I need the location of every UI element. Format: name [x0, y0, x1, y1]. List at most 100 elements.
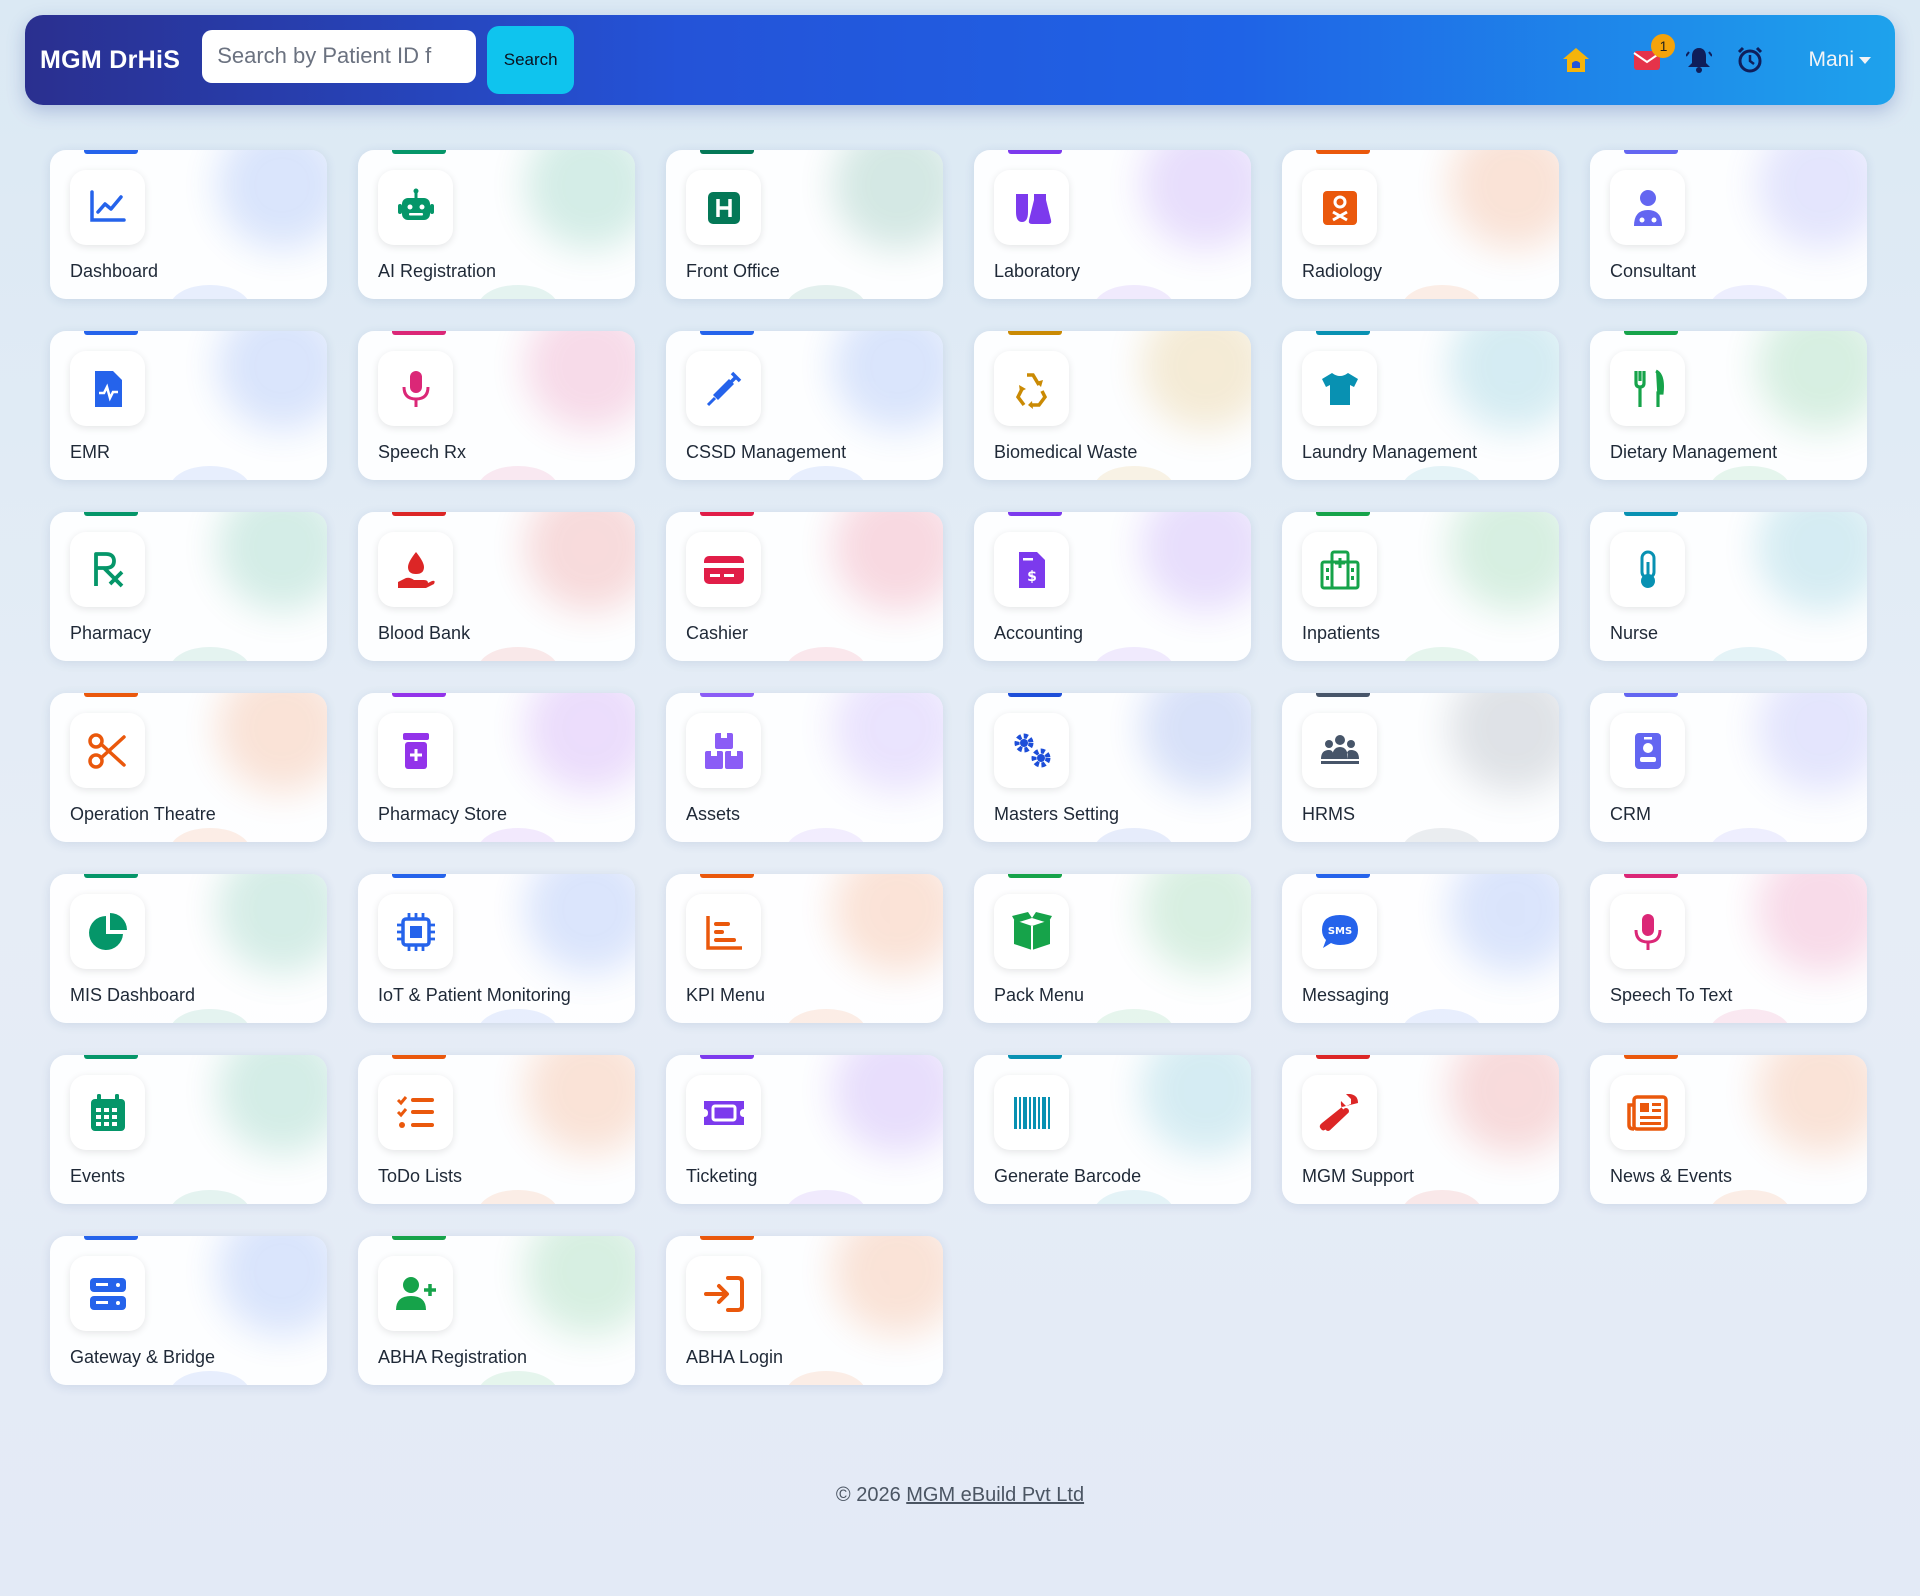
module-tile-nurse[interactable]: Nurse	[1590, 512, 1867, 661]
tile-glow	[1757, 150, 1867, 250]
module-label: Accounting	[994, 623, 1084, 643]
module-tile-cssd-management[interactable]: CSSD Management	[666, 331, 943, 480]
module-tile-front-office[interactable]: Front Office	[666, 150, 943, 299]
tile-accent-bar	[1316, 874, 1370, 878]
tile-accent-bar	[1316, 150, 1370, 154]
tile-bubble	[170, 1009, 250, 1023]
tile-glow	[1757, 693, 1867, 793]
tile-glow	[1757, 1055, 1867, 1155]
tile-accent-bar	[1008, 874, 1062, 878]
module-tile-consultant[interactable]: Consultant	[1590, 150, 1867, 299]
bar-chart-icon	[686, 894, 761, 969]
module-tile-hrms[interactable]: HRMS	[1282, 693, 1559, 842]
sign-in-icon	[686, 1256, 761, 1331]
module-tile-messaging[interactable]: SMS Messaging	[1282, 874, 1559, 1023]
module-label: IoT & Patient Monitoring	[378, 985, 571, 1005]
module-tile-dashboard[interactable]: Dashboard	[50, 150, 327, 299]
module-tile-assets[interactable]: Assets	[666, 693, 943, 842]
tile-bubble	[170, 1190, 250, 1204]
module-tile-todo-lists[interactable]: ToDo Lists	[358, 1055, 635, 1204]
alarm-clock-icon[interactable]	[1736, 46, 1764, 74]
search-button[interactable]: Search	[487, 26, 575, 94]
pill-bottle-icon	[378, 713, 453, 788]
module-tile-iot-and-patient-monitoring[interactable]: IoT & Patient Monitoring	[358, 874, 635, 1023]
tile-bubble	[170, 828, 250, 842]
module-tile-inpatients[interactable]: Inpatients	[1282, 512, 1559, 661]
tile-glow	[525, 1055, 635, 1155]
module-label: CRM	[1610, 804, 1651, 824]
barcode-icon	[994, 1075, 1069, 1150]
module-tile-dietary-management[interactable]: Dietary Management	[1590, 331, 1867, 480]
module-label: Laundry Management	[1302, 442, 1478, 462]
tile-accent-bar	[1624, 693, 1678, 697]
module-tile-ai-registration[interactable]: AI Registration	[358, 150, 635, 299]
module-label: EMR	[70, 442, 110, 462]
tile-bubble	[1094, 647, 1174, 661]
module-tile-generate-barcode[interactable]: Generate Barcode	[974, 1055, 1251, 1204]
credit-card-icon	[686, 532, 761, 607]
module-label: Events	[70, 1166, 126, 1186]
module-label: KPI Menu	[686, 985, 766, 1005]
module-tile-speech-to-text[interactable]: Speech To Text	[1590, 874, 1867, 1023]
patient-search-input[interactable]	[202, 29, 477, 83]
tile-accent-bar	[700, 874, 754, 878]
module-tile-crm[interactable]: CRM	[1590, 693, 1867, 842]
tile-bubble	[786, 647, 866, 661]
module-tile-cashier[interactable]: Cashier	[666, 512, 943, 661]
tile-bubble	[1710, 466, 1790, 480]
tile-glow	[1449, 1055, 1559, 1155]
home-icon[interactable]	[1561, 46, 1591, 74]
tile-accent-bar	[1624, 874, 1678, 878]
module-tile-blood-bank[interactable]: Blood Bank	[358, 512, 635, 661]
tile-bubble	[478, 828, 558, 842]
tile-glow	[833, 331, 943, 431]
user-menu[interactable]: Mani	[1808, 48, 1871, 72]
tile-accent-bar	[700, 1236, 754, 1240]
tile-glow	[833, 512, 943, 612]
module-tile-operation-theatre[interactable]: Operation Theatre	[50, 693, 327, 842]
tile-bubble	[1402, 1009, 1482, 1023]
module-tile-pharmacy-store[interactable]: Pharmacy Store	[358, 693, 635, 842]
tile-glow	[833, 1055, 943, 1155]
module-tile-biomedical-waste[interactable]: Biomedical Waste	[974, 331, 1251, 480]
module-tile-mgm-support[interactable]: MGM Support	[1282, 1055, 1559, 1204]
module-tile-speech-rx[interactable]: Speech Rx	[358, 331, 635, 480]
brand-logo[interactable]: MGM DrHiS	[40, 46, 180, 75]
mail-icon[interactable]: 1	[1633, 34, 1676, 72]
tile-glow	[217, 331, 327, 431]
tile-glow	[1449, 512, 1559, 612]
tile-glow	[525, 331, 635, 431]
tile-accent-bar	[392, 150, 446, 154]
module-tile-mis-dashboard[interactable]: MIS Dashboard	[50, 874, 327, 1023]
tile-accent-bar	[392, 693, 446, 697]
module-tile-kpi-menu[interactable]: KPI Menu	[666, 874, 943, 1023]
tile-accent-bar	[700, 331, 754, 335]
tile-bubble	[1710, 828, 1790, 842]
module-tile-ticketing[interactable]: Ticketing	[666, 1055, 943, 1204]
tile-accent-bar	[700, 512, 754, 516]
module-tile-masters-setting[interactable]: Masters Setting	[974, 693, 1251, 842]
module-tile-emr[interactable]: EMR	[50, 331, 327, 480]
gears-icon	[994, 713, 1069, 788]
bell-icon[interactable]	[1686, 46, 1713, 74]
tile-bubble	[786, 1371, 866, 1385]
module-label: Biomedical Waste	[994, 442, 1138, 462]
open-box-icon	[994, 894, 1069, 969]
tile-bubble	[1094, 1009, 1174, 1023]
tile-glow	[525, 512, 635, 612]
footer-company-link[interactable]: MGM eBuild Pvt Ltd	[906, 1484, 1084, 1506]
wrench-icon	[1302, 1075, 1377, 1150]
module-tile-abha-registration[interactable]: ABHA Registration	[358, 1236, 635, 1385]
module-tile-abha-login[interactable]: ABHA Login	[666, 1236, 943, 1385]
module-tile-pack-menu[interactable]: Pack Menu	[974, 874, 1251, 1023]
module-tile-gateway-and-bridge[interactable]: Gateway & Bridge	[50, 1236, 327, 1385]
module-tile-laboratory[interactable]: Laboratory	[974, 150, 1251, 299]
tile-glow	[833, 874, 943, 974]
module-tile-laundry-management[interactable]: Laundry Management	[1282, 331, 1559, 480]
module-tile-radiology[interactable]: Radiology	[1282, 150, 1559, 299]
module-tile-events[interactable]: Events	[50, 1055, 327, 1204]
module-tile-pharmacy[interactable]: Pharmacy	[50, 512, 327, 661]
tile-accent-bar	[1316, 693, 1370, 697]
module-tile-accounting[interactable]: $ Accounting	[974, 512, 1251, 661]
module-tile-news-and-events[interactable]: News & Events	[1590, 1055, 1867, 1204]
